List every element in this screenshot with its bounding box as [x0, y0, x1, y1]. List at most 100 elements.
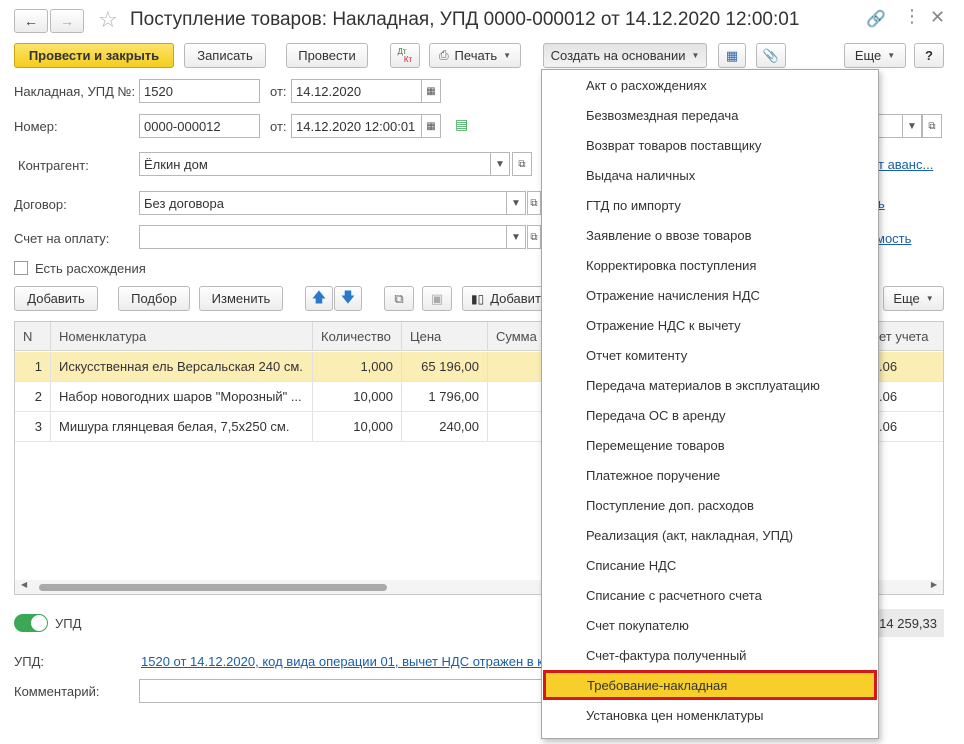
help-button[interactable]: ? — [914, 43, 944, 68]
cost-link[interactable]: мость — [876, 231, 911, 246]
chevron-down-icon: ▼ — [503, 51, 512, 60]
comment-field[interactable] — [139, 679, 559, 703]
save-button[interactable]: Записать — [184, 43, 266, 68]
payment-invoice-label: Счет на оплату: — [14, 231, 110, 246]
post-button[interactable]: Провести — [286, 43, 368, 68]
discrepancy-checkbox[interactable] — [14, 261, 28, 275]
copy-button[interactable]: ⧉ — [384, 286, 414, 311]
number-date-field[interactable]: 14.12.2020 12:00:01 — [291, 114, 422, 138]
invoice-number-field[interactable]: 1520 — [139, 79, 260, 103]
menu-item[interactable]: Корректировка поступления — [542, 250, 878, 280]
menu-item[interactable]: Передача материалов в эксплуатацию — [542, 370, 878, 400]
settlement-link[interactable]: ь — [878, 196, 885, 211]
scroll-left-icon[interactable]: ◀ — [21, 580, 27, 589]
menu-item[interactable]: Установка цен номенклатуры — [542, 700, 878, 730]
upd-document-link[interactable]: 1520 от 14.12.2020, код вида операции 01… — [141, 654, 541, 669]
invoice-date-field[interactable]: 14.12.2020 — [291, 79, 422, 103]
more-label: Еще — [854, 48, 882, 63]
menu-dots-icon[interactable]: ⋮ — [903, 6, 921, 27]
paste-button[interactable]: ▣ — [422, 286, 452, 311]
menu-item[interactable]: Списание с расчетного счета — [542, 580, 878, 610]
menu-item[interactable]: Реализация (акт, накладная, УПД) — [542, 520, 878, 550]
structure-button[interactable]: ▦ — [718, 43, 746, 68]
menu-item[interactable]: Перемещение товаров — [542, 430, 878, 460]
link-icon[interactable]: 🔗 — [866, 9, 886, 29]
menu-item[interactable]: Поступление доп. расходов — [542, 490, 878, 520]
menu-item[interactable]: Счет-фактура полученный — [542, 640, 878, 670]
contract-dropdown-button[interactable]: ▼ — [506, 191, 526, 215]
menu-item[interactable]: Платежное поручение — [542, 460, 878, 490]
scroll-right-icon[interactable]: ▶ — [931, 580, 937, 589]
calendar-button[interactable]: ▦ — [421, 114, 441, 138]
close-icon[interactable]: ✕ — [930, 7, 945, 28]
attach-button[interactable]: 📎 — [756, 43, 786, 68]
menu-item[interactable]: Отражение начисления НДС — [542, 280, 878, 310]
payment-invoice-dropdown-button[interactable]: ▼ — [506, 225, 526, 249]
menu-item[interactable]: Отражение НДС к вычету — [542, 310, 878, 340]
number-field[interactable]: 0000-000012 — [139, 114, 260, 138]
menu-item[interactable]: Заявление о ввозе товаров — [542, 220, 878, 250]
contract-open-button[interactable]: ⧉ — [527, 191, 541, 215]
copy-icon: ⧉ — [394, 290, 404, 306]
change-button[interactable]: Изменить — [199, 286, 283, 311]
counterparty-dropdown-button[interactable]: ▼ — [490, 152, 510, 176]
selection-button[interactable]: Подбор — [118, 286, 190, 311]
menu-item[interactable]: Счет покупателю — [542, 610, 878, 640]
total-amount: 14 259,33 — [879, 615, 937, 631]
barcode-icon: ▮▯ — [471, 291, 485, 306]
column-header-price[interactable]: Цена — [402, 322, 488, 351]
window-title: Поступление товаров: Накладная, УПД 0000… — [130, 9, 800, 30]
print-button[interactable]: ⎙ Печать ▼ — [429, 43, 521, 68]
organization-open-button[interactable]: ⧉ — [922, 114, 942, 138]
column-header-n[interactable]: N — [15, 322, 51, 351]
create-based-on-button[interactable]: Создать на основании ▼ — [543, 43, 707, 68]
scrollbar-thumb[interactable] — [39, 584, 387, 591]
upd-label: УПД: — [14, 654, 45, 669]
favorite-star-icon[interactable]: ☆ — [98, 7, 118, 33]
organization-field[interactable] — [879, 114, 903, 138]
move-up-button[interactable]: 🡅 — [305, 286, 333, 311]
menu-item[interactable]: Выдача наличных — [542, 160, 878, 190]
document-check-icon[interactable]: ▤ — [455, 116, 468, 133]
menu-item[interactable]: Безвозмездная передача — [542, 100, 878, 130]
column-header-qty[interactable]: Количество — [313, 322, 402, 351]
counterparty-open-button[interactable]: ⧉ — [512, 152, 532, 176]
row-price: 65 196,00 — [402, 352, 488, 381]
contract-label: Договор: — [14, 197, 67, 212]
payment-invoice-field[interactable] — [139, 225, 507, 249]
total-box: 14 259,33 — [872, 609, 944, 637]
advance-link[interactable]: т аванс... — [878, 157, 933, 172]
invoice-number-label: Накладная, УПД №: — [14, 84, 136, 99]
column-header-item[interactable]: Номенклатура — [51, 322, 313, 351]
back-button[interactable]: ← — [14, 9, 48, 33]
payment-invoice-open-button[interactable]: ⧉ — [527, 225, 541, 249]
forward-button[interactable]: → — [50, 9, 84, 33]
row-qty: 10,000 — [313, 382, 402, 411]
dt-kt-button[interactable]: Дт Кт — [390, 43, 420, 68]
row-item: Набор новогодних шаров "Морозный" ... — [51, 382, 313, 411]
add-row-button[interactable]: Добавить — [14, 286, 98, 311]
menu-item[interactable]: ГТД по импорту — [542, 190, 878, 220]
organization-dropdown-button[interactable]: ▼ — [902, 114, 922, 138]
row-account: .06 — [879, 359, 898, 374]
calendar-icon: ▦ — [426, 120, 436, 132]
menu-item[interactable]: Передача ОС в аренду — [542, 400, 878, 430]
barcode-add-label: Добавит — [490, 291, 541, 306]
contract-field[interactable]: Без договора — [139, 191, 507, 215]
move-down-button[interactable]: 🡇 — [334, 286, 362, 311]
barcode-add-button[interactable]: ▮▯ Добавит — [462, 286, 542, 311]
row-price: 1 796,00 — [402, 382, 488, 411]
menu-item[interactable]: Требование-накладная — [543, 670, 877, 700]
menu-item[interactable]: Акт о расхождениях — [542, 70, 878, 100]
counterparty-field[interactable]: Ёлкин дом — [139, 152, 491, 176]
menu-item[interactable]: Возврат товаров поставщику — [542, 130, 878, 160]
upd-toggle[interactable] — [14, 614, 48, 632]
column-header-account[interactable]: ет учета — [871, 322, 943, 351]
more-button[interactable]: Еще ▼ — [844, 43, 906, 68]
post-and-close-button[interactable]: Провести и закрыть — [14, 43, 174, 68]
kt-label: Кт — [403, 54, 413, 64]
table-more-button[interactable]: Еще ▼ — [883, 286, 944, 311]
menu-item[interactable]: Списание НДС — [542, 550, 878, 580]
menu-item[interactable]: Отчет комитенту — [542, 340, 878, 370]
calendar-button[interactable]: ▦ — [421, 79, 441, 103]
